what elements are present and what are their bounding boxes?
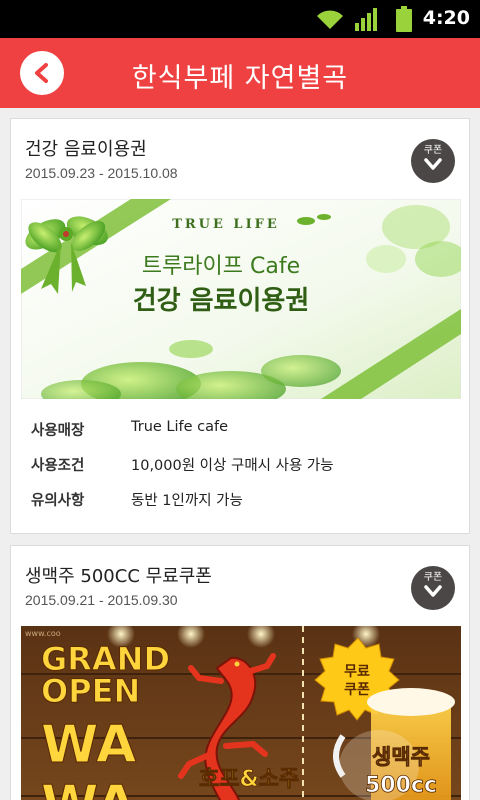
coupon-card[interactable]: 생맥주 500CC 무료쿠폰 2015.09.21 - 2015.09.30 쿠… [10, 545, 470, 800]
wifi-icon [317, 10, 343, 29]
coupon-banner-image: TRUE LIFE 트루라이프 Cafe 건강 음료이용권 [21, 199, 461, 399]
page-title: 한식부페 자연별곡 [131, 63, 349, 94]
coupon-title: 생맥주 500CC 무료쿠폰 [25, 566, 212, 587]
coupon-button-label: 쿠폰 [423, 572, 443, 583]
coupon-date: 2015.09.23 - 2015.10.08 [25, 165, 178, 181]
detail-row: 사용매장 True Life cafe [31, 415, 451, 450]
coupon-download-button[interactable]: 쿠폰 [411, 566, 455, 610]
banner-wa-2: WA [41, 775, 136, 800]
badge-free-1: 무료 [344, 664, 370, 680]
battery-icon [396, 6, 412, 32]
detail-row: 사용조건 10,000원 이상 구매시 사용 가능 [31, 450, 451, 485]
coupon-feed[interactable]: 건강 음료이용권 2015.09.23 - 2015.10.08 쿠폰 TRUE… [0, 108, 480, 800]
coupon-button-label: 쿠폰 [423, 145, 443, 156]
app-header: 한식부페 자연별곡 [0, 38, 480, 108]
coupon-download-button[interactable]: 쿠폰 [411, 139, 455, 183]
banner-beer-1: 생맥주 [372, 745, 430, 769]
detail-row: 유의사항 동반 1인까지 가능 [31, 485, 451, 520]
banner-beer-2: 500cc [365, 773, 437, 798]
detail-value: 10,000원 이상 구매시 사용 가능 [131, 458, 334, 474]
status-bar: 4:20 [0, 0, 480, 38]
banner-line2: 건강 음료이용권 [133, 286, 310, 316]
banner-line1: 트루라이프 Cafe [142, 254, 300, 279]
banner-watermark: www.coo [25, 629, 61, 638]
detail-key: 사용조건 [31, 458, 85, 474]
coupon-details: 사용매장 True Life cafe 사용조건 10,000원 이상 구매시 … [31, 415, 451, 520]
coupon-card[interactable]: 건강 음료이용권 2015.09.23 - 2015.10.08 쿠폰 TRUE… [10, 118, 470, 534]
chevron-down-icon [424, 585, 442, 597]
chevron-down-icon [424, 158, 442, 170]
banner-open: OPEN [41, 672, 140, 710]
detail-value: 동반 1인까지 가능 [131, 493, 243, 509]
signal-icon [355, 8, 377, 31]
coupon-banner-image: www.coo GRAND OPEN WA WA 호프&소주 무료 쿠폰 [21, 626, 461, 800]
detail-key: 사용매장 [31, 423, 85, 439]
clock: 4:20 [422, 7, 470, 29]
detail-value: True Life cafe [131, 419, 229, 435]
coupon-title: 건강 음료이용권 [25, 139, 147, 160]
detail-key: 유의사항 [31, 493, 85, 509]
banner-brand: TRUE LIFE [172, 217, 280, 232]
banner-wa-1: WA [41, 715, 136, 775]
badge-free-2: 쿠폰 [344, 682, 370, 698]
banner-hof: 호프&소주 [199, 767, 299, 792]
coupon-date: 2015.09.21 - 2015.09.30 [25, 592, 178, 608]
